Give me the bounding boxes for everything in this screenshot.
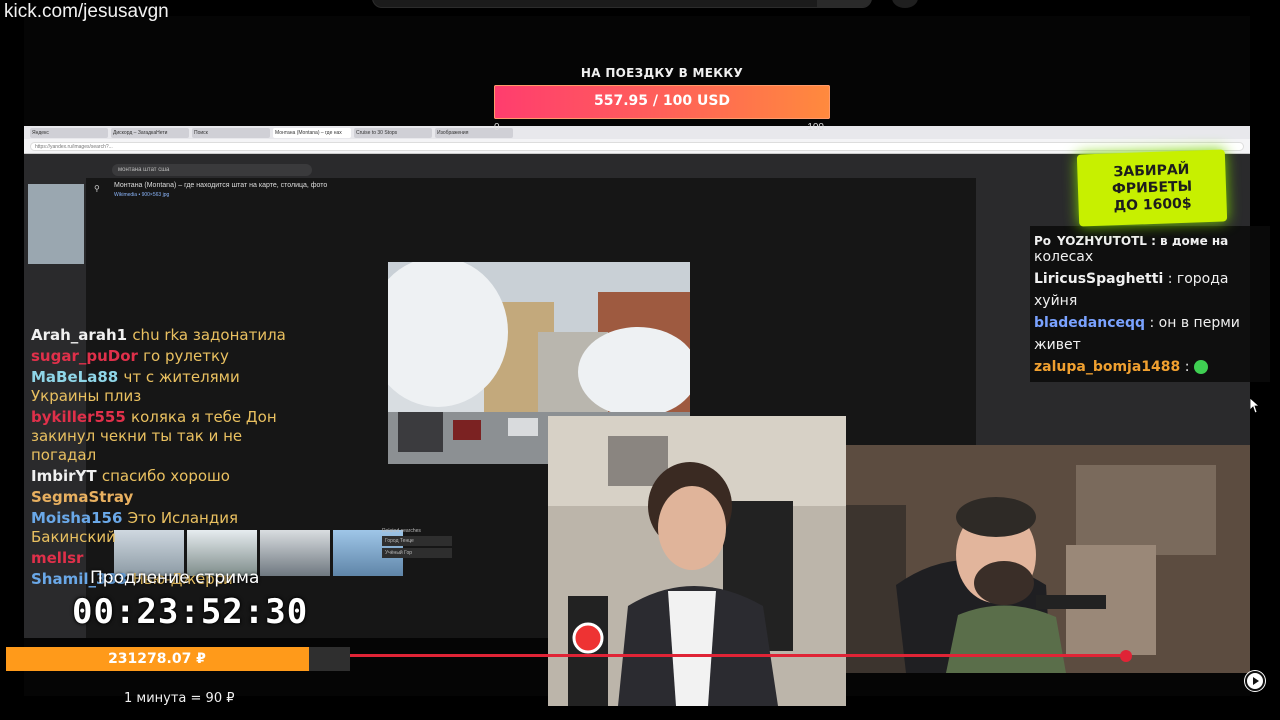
- playback-progress-line[interactable]: [350, 654, 1130, 657]
- chat-username: Arah_arah1: [31, 326, 128, 344]
- top-search-pill[interactable]: [372, 0, 872, 8]
- browser-tab[interactable]: Cruise to 30 Stops: [354, 127, 432, 138]
- webcam-streamer: [548, 416, 846, 706]
- chat-username: ImbirYT: [31, 467, 97, 485]
- browser-tab[interactable]: Дискорд – ЗагадкаНети: [111, 127, 189, 138]
- playback-scrubber-handle[interactable]: [1120, 650, 1132, 662]
- goal-progress-text: 557.95 / 100 USD: [593, 93, 731, 109]
- chat-message: bykiller555 коляка я тебе Дон закинул че…: [31, 408, 291, 465]
- chat-message: SegmaStray: [31, 488, 291, 507]
- subathon-rate: 1 минута = 90 ₽: [124, 691, 235, 706]
- chat-username: bladedanceqq: [1034, 315, 1146, 331]
- goal-title: НА ПОЕЗДКУ В МЕККУ: [580, 66, 744, 80]
- related-searches: Related searches Город Тенце Учёный Гор: [382, 528, 452, 560]
- goal-min-label: 0: [494, 122, 500, 133]
- chat-text: :: [1180, 359, 1190, 375]
- related-label: Related searches: [382, 528, 421, 534]
- chat-username: MaBeLa88: [31, 368, 119, 386]
- search-icon[interactable]: ⚲: [94, 184, 100, 193]
- browser-tab[interactable]: Яндекс: [30, 127, 108, 138]
- chat-username: sugar_puDor: [31, 347, 138, 365]
- browser-tab-active[interactable]: Монтана (Montana) – где нах: [273, 127, 351, 138]
- chat-username: zalupa_bomja1488: [1034, 359, 1181, 375]
- viewer-source[interactable]: Wikimedia • 900×563 jpg: [114, 192, 169, 198]
- subathon-total-text: 231278.07 ₽: [108, 651, 206, 667]
- goal-max-label: 100: [807, 122, 824, 133]
- chat-text: chu rka задонатила: [132, 326, 286, 344]
- chat-text: го рулетку: [143, 347, 229, 365]
- address-field[interactable]: https://yandex.ru/images/search?...: [30, 141, 1244, 151]
- subathon-total-bar: 231278.07 ₽: [6, 647, 350, 671]
- chat-message: ImbirYT спасибо хорошо: [31, 467, 291, 486]
- chat-message: Moisha156 Это Исландия Бакинский: [31, 509, 291, 547]
- sidebar-thumbnail[interactable]: [28, 184, 84, 264]
- related-item[interactable]: Учёный Гор: [382, 548, 452, 558]
- chat-message: MaBeLa88 чт с жителями Украины плиз: [31, 368, 291, 406]
- viewer-title: Монтана (Montana) – где находится штат н…: [114, 182, 328, 189]
- related-item[interactable]: Город Тенце: [382, 536, 452, 546]
- chat-text: колесах: [1034, 249, 1094, 265]
- chat-text: спасибо хорошо: [101, 467, 230, 485]
- chat-username: Moisha156: [31, 509, 123, 527]
- chat-message: sugar_puDor го рулетку: [31, 347, 291, 366]
- url-overlay: kick.com/jesusavgn: [4, 1, 169, 22]
- chat-username: bykiller555: [31, 408, 126, 426]
- webcam-guest: [846, 445, 1250, 673]
- chat-overlay-right: Po_YOZHYUTOTL : в доме на колесах Liricu…: [1030, 226, 1270, 382]
- image-search-input[interactable]: монтана штат сша: [112, 164, 312, 176]
- emote-icon: [1194, 360, 1209, 374]
- top-search-button[interactable]: [817, 0, 871, 7]
- chat-message: колесах: [1034, 246, 1266, 268]
- subathon-title: Продление стрима: [90, 568, 260, 588]
- mouse-cursor-icon: [1249, 397, 1261, 419]
- subathon-timer: 00:23:52:30: [72, 592, 309, 632]
- promo-banner[interactable]: ЗАБИРАЙ ФРИБЕТЫ ДО 1600$: [1076, 149, 1228, 227]
- chat-username: mellsr: [31, 549, 84, 567]
- top-circle-button[interactable]: [892, 0, 918, 8]
- chat-overlay-left: Arah_arah1 chu rka задонатила sugar_puDo…: [31, 326, 291, 591]
- browser-address-bar: https://yandex.ru/images/search?...: [24, 139, 1250, 154]
- chat-username: SegmaStray: [31, 488, 134, 506]
- browser-tab[interactable]: Поиск: [192, 127, 270, 138]
- chat-message: LiricusSpaghetti : города хуйня: [1034, 268, 1266, 312]
- chat-partial-line: Po_YOZHYUTOTL : в доме на: [1034, 236, 1229, 246]
- goal-progress-bar: 557.95 / 100 USD: [494, 85, 830, 119]
- chat-username: LiricusSpaghetti: [1034, 271, 1164, 287]
- chat-message: bladedanceqq : он в перми живет: [1034, 312, 1266, 356]
- goal-scale: 0 100: [494, 122, 830, 136]
- kick-play-icon[interactable]: [1244, 670, 1266, 692]
- chat-message: mellsr: [31, 549, 291, 568]
- chat-message: zalupa_bomja1488 :: [1034, 356, 1266, 378]
- chat-message: Arah_arah1 chu rka задонатила: [31, 326, 291, 345]
